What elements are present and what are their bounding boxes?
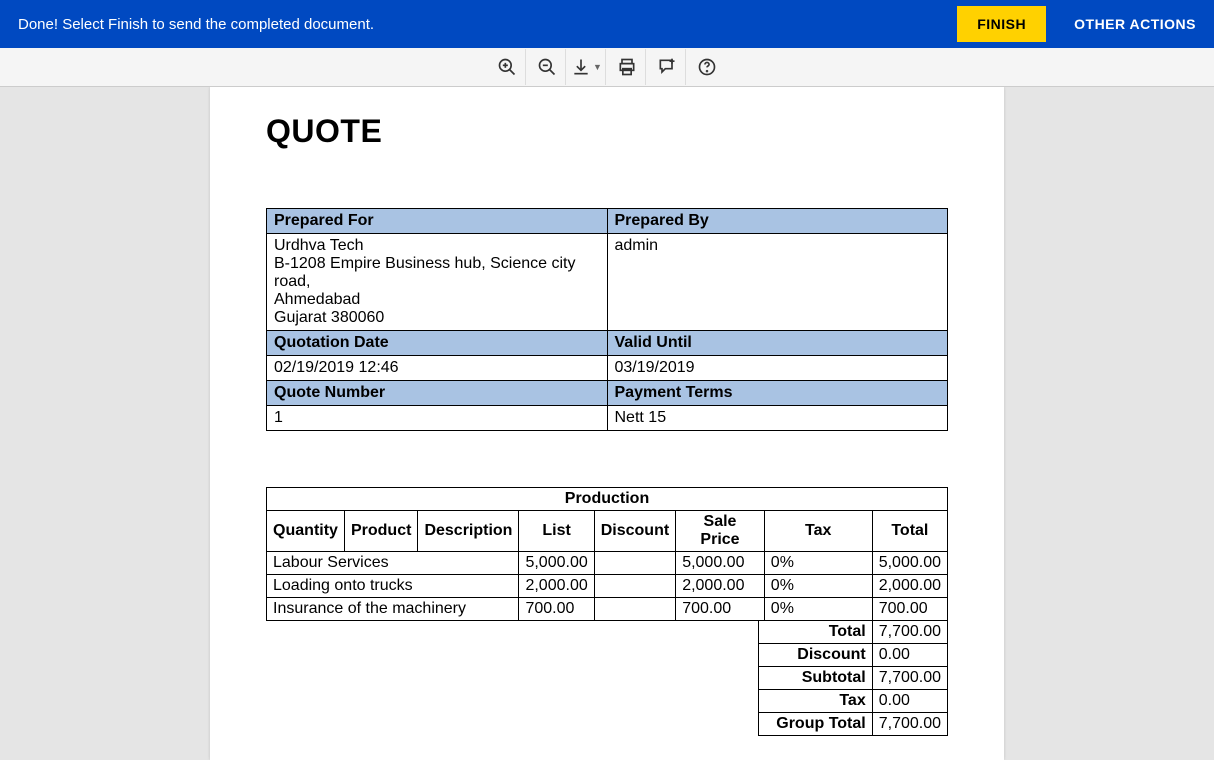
quote-number-value: 1 (267, 406, 608, 431)
table-row: Loading onto trucks 2,000.00 2,000.00 0%… (267, 575, 948, 598)
quotation-date-label: Quotation Date (267, 331, 608, 356)
document-page: QUOTE Prepared ForPrepared By Urdhva Tec… (210, 87, 1004, 760)
other-actions-button[interactable]: OTHER ACTIONS (1074, 16, 1196, 32)
quote-number-label: Quote Number (267, 381, 608, 406)
help-button[interactable] (688, 49, 726, 85)
finish-button[interactable]: FINISH (957, 6, 1046, 42)
section-header: Production (267, 488, 948, 511)
quote-info-table: Prepared ForPrepared By Urdhva Tech B-12… (266, 208, 948, 431)
prepared-by-value: admin (607, 234, 948, 331)
download-button[interactable]: ▼ (568, 49, 606, 85)
banner-message: Done! Select Finish to send the complete… (18, 16, 957, 33)
chevron-down-icon: ▼ (593, 62, 602, 72)
valid-until-label: Valid Until (607, 331, 948, 356)
document-title: QUOTE (266, 113, 948, 150)
print-button[interactable] (608, 49, 646, 85)
payment-terms-label: Payment Terms (607, 381, 948, 406)
prepared-for-value: Urdhva Tech B-1208 Empire Business hub, … (267, 234, 608, 331)
payment-terms-value: Nett 15 (607, 406, 948, 431)
prepared-for-label: Prepared For (267, 209, 608, 234)
signature-block: DocuSigned by: Dhaivat Naik 9F38452BAC41… (266, 736, 948, 760)
line-items-table: Production Quantity Product Description … (266, 487, 948, 621)
zoom-out-button[interactable] (528, 49, 566, 85)
completion-banner: Done! Select Finish to send the complete… (0, 0, 1214, 48)
quotation-date-value: 02/19/2019 12:46 (267, 356, 608, 381)
totals-summary: Total7,700.00 Discount0.00 Subtotal7,700… (758, 620, 948, 736)
table-row: Insurance of the machinery 700.00 700.00… (267, 598, 948, 621)
items-body: Labour Services 5,000.00 5,000.00 0% 5,0… (267, 552, 948, 621)
table-row: Labour Services 5,000.00 5,000.00 0% 5,0… (267, 552, 948, 575)
document-viewport[interactable]: QUOTE Prepared ForPrepared By Urdhva Tec… (0, 87, 1214, 760)
comment-button[interactable] (648, 49, 686, 85)
prepared-by-label: Prepared By (607, 209, 948, 234)
zoom-in-button[interactable] (488, 49, 526, 85)
document-toolbar: ▼ (0, 48, 1214, 87)
valid-until-value: 03/19/2019 (607, 356, 948, 381)
